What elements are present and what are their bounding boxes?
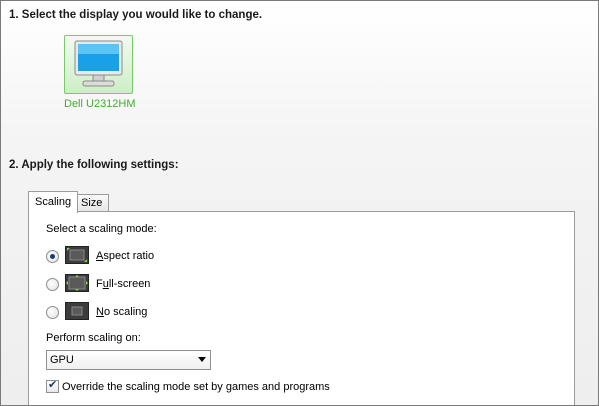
tab-scaling[interactable]: Scaling [28, 191, 79, 213]
perform-scaling-label: Perform scaling on: [46, 332, 141, 344]
display-name[interactable]: Dell U2312HM [64, 98, 136, 110]
no-scaling-icon [65, 302, 89, 320]
scaling-panel: Select a scaling mode: Aspect ratio Full… [28, 211, 575, 405]
section-2-title: 2. Apply the following settings: [9, 159, 179, 171]
override-label[interactable]: Override the scaling mode set by games a… [62, 381, 330, 393]
no-scaling-label[interactable]: No scaling [96, 306, 147, 318]
section-1-title: 1. Select the display you would like to … [9, 9, 263, 21]
radio-full-screen[interactable] [46, 278, 59, 291]
aspect-ratio-label[interactable]: Aspect ratio [96, 250, 154, 262]
full-screen-icon [65, 274, 89, 292]
override-checkbox[interactable]: ✔ [46, 378, 59, 393]
radio-aspect-ratio[interactable] [46, 250, 59, 263]
perform-scaling-value: GPU [50, 354, 74, 366]
aspect-ratio-icon [65, 246, 89, 264]
radio-no-scaling[interactable] [46, 306, 59, 319]
display-selector[interactable] [64, 35, 133, 94]
scaling-mode-label: Select a scaling mode: [46, 223, 157, 235]
monitor-icon [74, 40, 123, 87]
full-screen-label[interactable]: Full-screen [96, 278, 150, 290]
tab-size[interactable]: Size [74, 194, 110, 212]
checkmark-icon: ✔ [48, 378, 58, 391]
perform-scaling-select[interactable]: GPU [46, 350, 211, 370]
chevron-down-icon [198, 357, 206, 362]
control-panel-frame: 1. Select the display you would like to … [0, 0, 599, 406]
